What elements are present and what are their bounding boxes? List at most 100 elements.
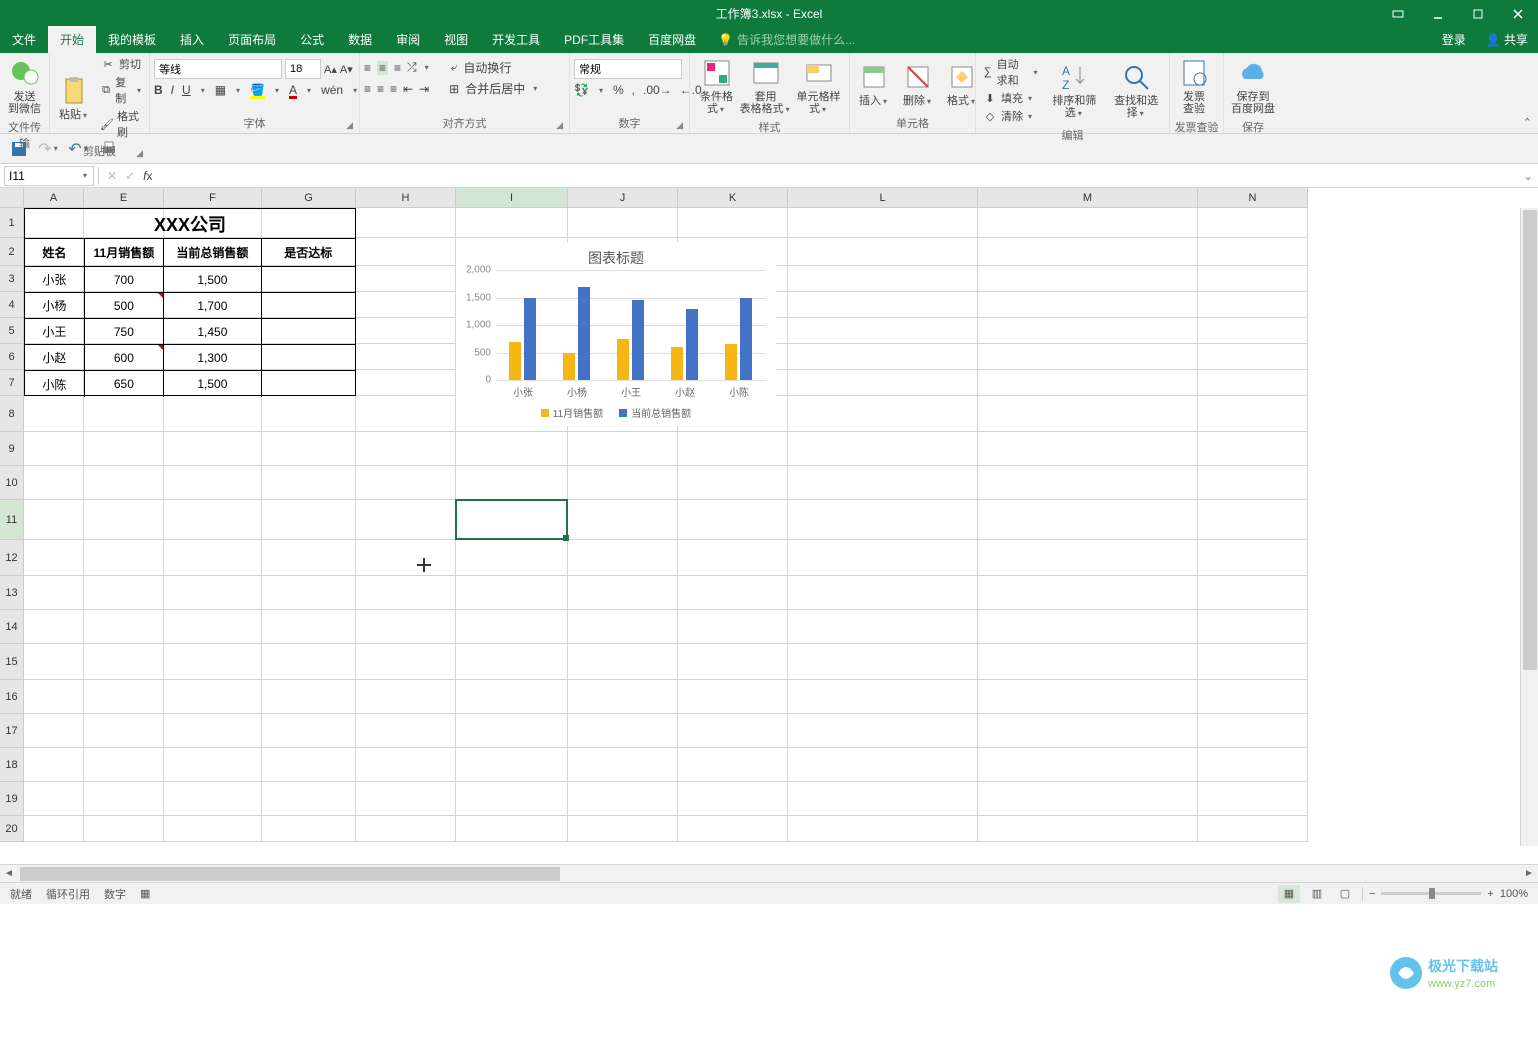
column-header[interactable]: E: [84, 188, 164, 208]
row-header[interactable]: 8: [0, 396, 24, 432]
row-header[interactable]: 13: [0, 576, 24, 610]
cell[interactable]: [1198, 370, 1308, 396]
chart-bar[interactable]: [725, 344, 737, 380]
cell[interactable]: [356, 208, 456, 238]
tab-开始[interactable]: 开始: [48, 26, 96, 53]
cell[interactable]: [24, 816, 84, 842]
row-header[interactable]: 20: [0, 816, 24, 842]
decrease-font-icon[interactable]: A▾: [340, 63, 353, 76]
cell[interactable]: [678, 816, 788, 842]
row-header[interactable]: 15: [0, 644, 24, 680]
cell[interactable]: [164, 432, 262, 466]
dialog-launcher-icon[interactable]: ◢: [676, 120, 683, 131]
cell[interactable]: [84, 540, 164, 576]
format-painter-button[interactable]: 🖌格式刷: [98, 107, 145, 141]
cell[interactable]: [1198, 816, 1308, 842]
cell[interactable]: [356, 266, 456, 292]
cell[interactable]: [978, 576, 1198, 610]
cell[interactable]: [24, 748, 84, 782]
cell[interactable]: [24, 432, 84, 466]
cell[interactable]: [568, 644, 678, 680]
column-header[interactable]: L: [788, 188, 978, 208]
cell[interactable]: [24, 540, 84, 576]
cell[interactable]: [788, 266, 978, 292]
select-all-corner[interactable]: [0, 188, 24, 208]
chart-bar[interactable]: [524, 298, 536, 381]
cell[interactable]: [164, 680, 262, 714]
cell[interactable]: [356, 292, 456, 318]
cell[interactable]: [456, 748, 568, 782]
row-header[interactable]: 6: [0, 344, 24, 370]
cell[interactable]: [788, 292, 978, 318]
cell[interactable]: [24, 576, 84, 610]
cell[interactable]: [456, 680, 568, 714]
row-header[interactable]: 3: [0, 266, 24, 292]
cell[interactable]: [356, 318, 456, 344]
cell[interactable]: [262, 396, 356, 432]
dialog-launcher-icon[interactable]: ◢: [346, 120, 353, 131]
row-header[interactable]: 16: [0, 680, 24, 714]
cell[interactable]: [84, 432, 164, 466]
cell[interactable]: [262, 432, 356, 466]
cell[interactable]: [678, 540, 788, 576]
share-button[interactable]: 👤 共享: [1476, 26, 1538, 53]
cell[interactable]: [262, 782, 356, 816]
cell[interactable]: [262, 644, 356, 680]
tab-PDF工具集[interactable]: PDF工具集: [552, 26, 636, 53]
tab-公式[interactable]: 公式: [288, 26, 336, 53]
cancel-formula-icon[interactable]: ✕: [107, 169, 117, 183]
page-break-view-icon[interactable]: ▢: [1334, 885, 1356, 903]
cell[interactable]: [1198, 292, 1308, 318]
tab-我的模板[interactable]: 我的模板: [96, 26, 168, 53]
cell[interactable]: [1198, 644, 1308, 680]
cell-styles-button[interactable]: 单元格样式▾: [792, 55, 845, 117]
cell[interactable]: [24, 466, 84, 500]
cell[interactable]: [356, 576, 456, 610]
cell[interactable]: [24, 680, 84, 714]
cell[interactable]: [262, 680, 356, 714]
zoom-in-icon[interactable]: +: [1487, 888, 1493, 900]
autosum-button[interactable]: ∑自动求和▾: [980, 55, 1042, 89]
decrease-indent-icon[interactable]: ⇤: [403, 82, 413, 96]
cell[interactable]: [678, 748, 788, 782]
row-header[interactable]: 10: [0, 466, 24, 500]
cell[interactable]: [568, 208, 678, 238]
legend-item[interactable]: 当前总销售额: [619, 405, 691, 420]
invoice-check-button[interactable]: 发票 查验: [1174, 55, 1214, 117]
cell[interactable]: [978, 370, 1198, 396]
delete-cells-button[interactable]: 删除▾: [898, 59, 938, 109]
vertical-scrollbar[interactable]: [1520, 208, 1538, 846]
align-center-icon[interactable]: ≡: [377, 82, 384, 96]
cell[interactable]: [978, 816, 1198, 842]
wrap-text-button[interactable]: 自动换行: [463, 59, 511, 76]
cell[interactable]: [1198, 344, 1308, 370]
send-to-wechat-button[interactable]: 发送 到微信: [4, 55, 45, 117]
cell[interactable]: [164, 714, 262, 748]
cell[interactable]: [456, 714, 568, 748]
cell[interactable]: [788, 540, 978, 576]
cell[interactable]: [788, 500, 978, 540]
cell[interactable]: [356, 644, 456, 680]
cell[interactable]: [678, 576, 788, 610]
page-layout-view-icon[interactable]: ▥: [1306, 885, 1328, 903]
comma-format-icon[interactable]: ,: [632, 83, 635, 97]
cell[interactable]: [978, 344, 1198, 370]
cell[interactable]: [678, 610, 788, 644]
chart-bar[interactable]: [509, 342, 521, 381]
cell[interactable]: [978, 500, 1198, 540]
increase-font-icon[interactable]: A▴: [324, 63, 337, 76]
font-family-select[interactable]: [154, 59, 282, 79]
cell[interactable]: [568, 610, 678, 644]
cell[interactable]: [978, 318, 1198, 344]
cell[interactable]: [1198, 266, 1308, 292]
font-size-select[interactable]: [285, 59, 321, 79]
cell[interactable]: [262, 576, 356, 610]
cell[interactable]: [788, 208, 978, 238]
tab-审阅[interactable]: 审阅: [384, 26, 432, 53]
login-button[interactable]: 登录: [1432, 26, 1476, 53]
cell[interactable]: [164, 396, 262, 432]
column-header[interactable]: I: [456, 188, 568, 208]
merge-center-button[interactable]: 合并后居中: [465, 80, 525, 97]
align-bottom-icon[interactable]: ≡: [394, 61, 401, 75]
cell[interactable]: [24, 610, 84, 644]
